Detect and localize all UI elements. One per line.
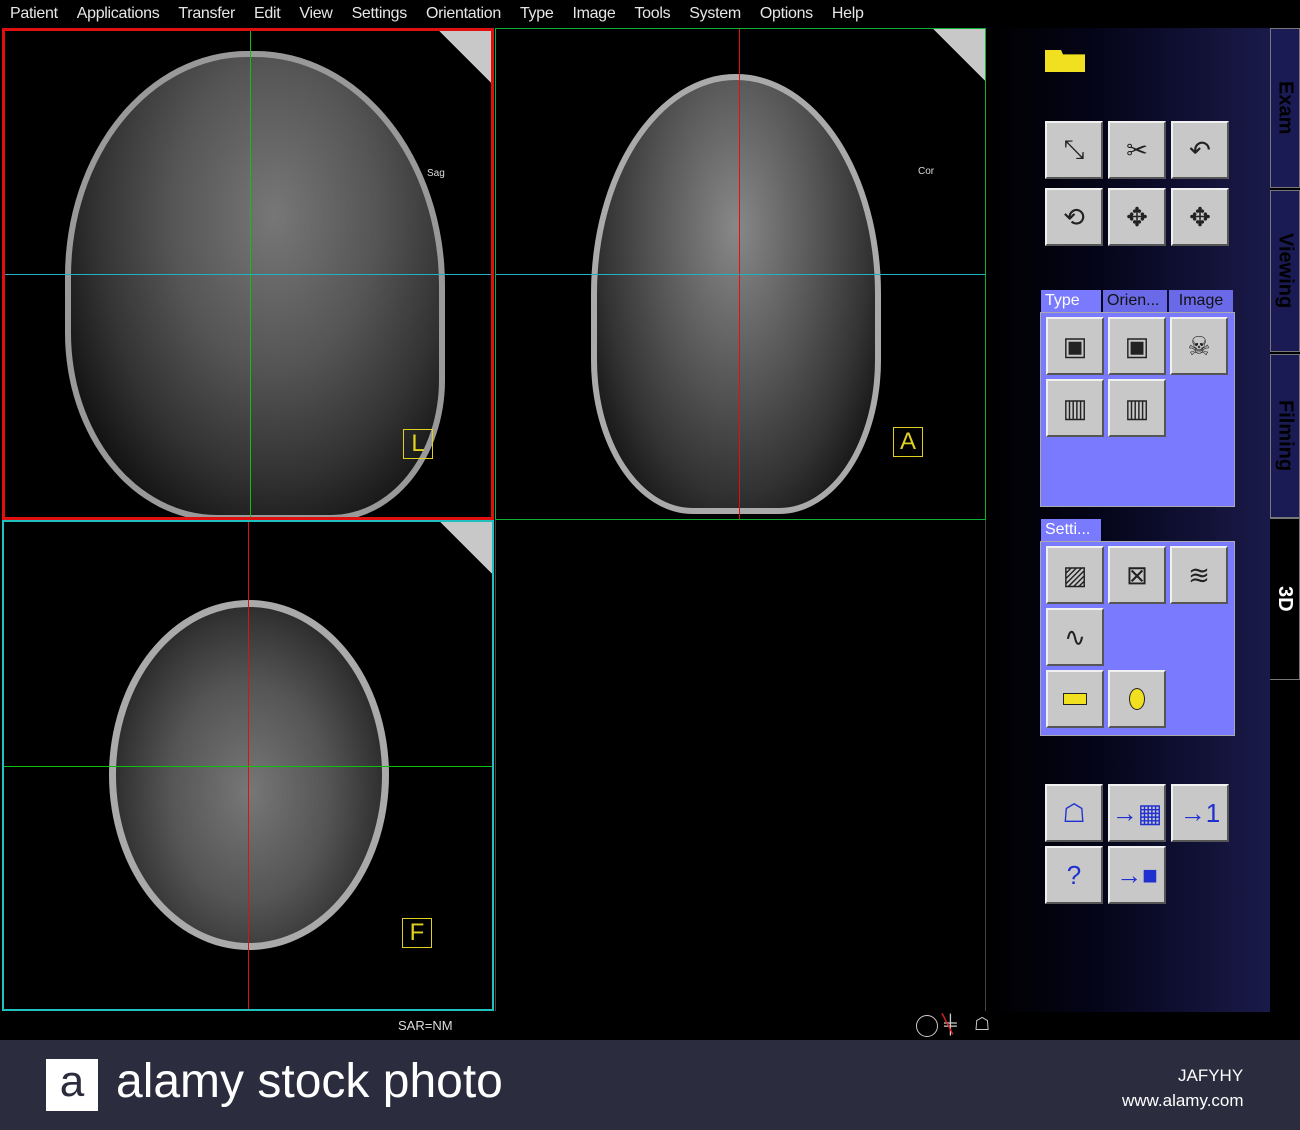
tool-panel: ⤡ ✂ ↶ ⟲ ✥ ✥ Type Orien... Image ▣ ▣ ☠ ▥ … (987, 28, 1270, 1012)
timer-icon (916, 1015, 938, 1037)
watermark-brand: alamy stock photo (116, 1055, 503, 1108)
menu-view[interactable]: View (299, 5, 333, 23)
axial-head-image (109, 600, 389, 950)
help-save-button[interactable]: ? (1045, 846, 1103, 904)
curve-setting-button[interactable]: ∿ (1046, 608, 1104, 666)
orientation-marker: L (403, 429, 433, 459)
slab-stack-button[interactable]: ▥ (1046, 379, 1104, 437)
slab-pair-button[interactable]: ▥ (1108, 379, 1166, 437)
transfer-grid-button[interactable]: →■ (1108, 846, 1166, 904)
side-tab-viewing[interactable]: Viewing (1270, 190, 1300, 352)
menu-system[interactable]: System (689, 5, 741, 23)
crosshair-vertical[interactable] (250, 31, 251, 517)
skull-render-button[interactable]: ☠ (1170, 317, 1228, 375)
rotate-tool-button[interactable]: ⤡ (1045, 121, 1103, 179)
menu-transfer[interactable]: Transfer (178, 5, 235, 23)
tab-orientation[interactable]: Orien... (1103, 290, 1167, 312)
coronal-label: Cor (918, 166, 935, 177)
tab-type[interactable]: Type (1041, 290, 1101, 312)
pan-tool-button[interactable]: ✥ (1108, 188, 1166, 246)
menu-tools[interactable]: Tools (634, 5, 670, 23)
transfer-layout-button[interactable]: →▦ (1108, 784, 1166, 842)
mpr-single-button[interactable]: ▣ (1046, 317, 1104, 375)
page-corner-icon[interactable] (439, 31, 491, 83)
menu-type[interactable]: Type (520, 5, 554, 23)
rotate-hand-button[interactable]: ↶ (1171, 121, 1229, 179)
page-corner-icon[interactable] (933, 29, 985, 81)
hatch-setting-button[interactable]: ▨ (1046, 546, 1104, 604)
sagittal-label: Sag (427, 168, 445, 179)
coronal-head-image (591, 74, 881, 514)
axial-viewport[interactable]: F (2, 520, 494, 1011)
side-tab-3d[interactable]: 3D (1270, 518, 1300, 680)
mpr-stack-button[interactable]: ▣ (1108, 317, 1166, 375)
menu-settings[interactable]: Settings (352, 5, 408, 23)
watermark-id: JAFYHY (1178, 1066, 1244, 1085)
crosshair-horizontal[interactable] (4, 766, 492, 767)
menu-help[interactable]: Help (832, 5, 864, 23)
menu-edit[interactable]: Edit (254, 5, 281, 23)
menu-image[interactable]: Image (572, 5, 615, 23)
menu-applications[interactable]: Applications (77, 5, 160, 23)
transfer-one-button[interactable]: →1 (1171, 784, 1229, 842)
sar-status: SAR=NM (398, 1018, 453, 1033)
orientation-marker: A (893, 427, 923, 457)
settings-group: ▨ ⊠ ≋ ∿ (1040, 541, 1235, 736)
menu-patient[interactable]: Patient (10, 5, 58, 23)
coronal-viewport[interactable]: Cor A (495, 28, 986, 520)
save-head-button[interactable]: ☖ (1045, 784, 1103, 842)
move-tool-button[interactable]: ✥ (1171, 188, 1229, 246)
ellipse-roi-button[interactable] (1108, 670, 1166, 728)
sagittal-head-image (65, 51, 445, 517)
menu-orientation[interactable]: Orientation (426, 5, 501, 23)
watermark-bar: a alamy stock photo JAFYHY www.alamy.com (0, 1040, 1300, 1130)
page-corner-icon[interactable] (440, 522, 492, 574)
folder-icon[interactable] (1045, 50, 1085, 72)
curves-setting-button[interactable]: ≋ (1170, 546, 1228, 604)
crosshair-horizontal[interactable] (5, 274, 491, 275)
rect-roi-button[interactable] (1046, 670, 1104, 728)
orientation-marker: F (402, 918, 432, 948)
tab-settings[interactable]: Setti... (1041, 519, 1101, 541)
side-tab-exam[interactable]: Exam (1270, 28, 1300, 188)
empty-viewport[interactable] (495, 520, 986, 1011)
grid-setting-button[interactable]: ⊠ (1108, 546, 1166, 604)
watermark-url: www.alamy.com (1122, 1091, 1244, 1110)
menu-options[interactable]: Options (760, 5, 813, 23)
orbit-tool-button[interactable]: ⟲ (1045, 188, 1103, 246)
alamy-logo: a (46, 1059, 98, 1111)
tab-image[interactable]: Image (1169, 290, 1233, 312)
status-bar: SAR=NM ╪ ╲ ☖ (0, 1012, 1300, 1040)
side-tab-filming[interactable]: Filming (1270, 354, 1300, 518)
type-group: ▣ ▣ ☠ ▥ ▥ (1040, 312, 1235, 507)
cut-tool-button[interactable]: ✂ (1108, 121, 1166, 179)
crosshair-horizontal[interactable] (496, 274, 985, 275)
sagittal-viewport[interactable]: Sag L (2, 28, 494, 520)
patient-head-icon: ☖ (974, 1014, 991, 1034)
menu-bar: Patient Applications Transfer Edit View … (0, 0, 1300, 27)
no-ecg-icon: ╪ ╲ (942, 1014, 957, 1034)
